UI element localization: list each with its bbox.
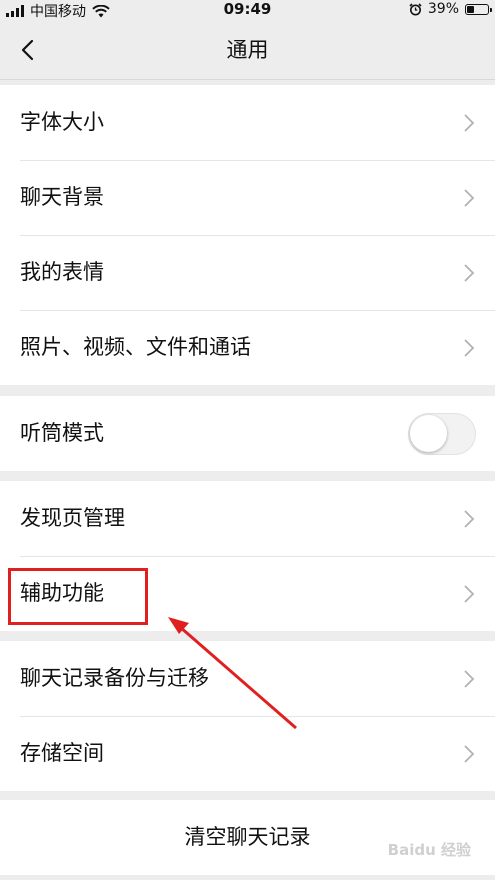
battery-icon [465, 3, 492, 15]
row-label: 照片、视频、文件和通话 [20, 335, 251, 359]
annotation-highlight-box [8, 568, 148, 625]
row-chat-background[interactable]: 聊天背景 [0, 160, 495, 235]
display-settings-group: 字体大小 聊天背景 我的表情 照片、视频、文件和通话 [0, 85, 495, 385]
row-photos-videos-files-calls[interactable]: 照片、视频、文件和通话 [0, 310, 495, 385]
clear-group: 清空聊天记录 [0, 800, 495, 875]
row-label: 聊天记录备份与迁移 [20, 666, 209, 690]
battery-percent: 39% [427, 1, 459, 17]
row-chat-backup-migrate[interactable]: 聊天记录备份与迁移 [0, 641, 495, 716]
nav-bar: 通用 [0, 20, 495, 80]
chevron-right-icon [464, 670, 475, 688]
chevron-right-icon [464, 339, 475, 357]
chevron-right-icon [464, 745, 475, 763]
row-label: 存储空间 [20, 741, 104, 765]
row-label: 聊天背景 [20, 185, 104, 209]
chevron-right-icon [464, 264, 475, 282]
watermark: Baidu 经验 [387, 841, 471, 859]
row-discover-management[interactable]: 发现页管理 [0, 481, 495, 556]
row-label: 发现页管理 [20, 506, 125, 530]
clear-chat-history-button[interactable]: 清空聊天记录 [0, 800, 495, 875]
status-right: 39% [409, 1, 492, 17]
earpiece-group: 听筒模式 [0, 396, 495, 471]
row-earpiece-mode: 听筒模式 [0, 396, 495, 471]
row-label: 我的表情 [20, 260, 104, 284]
row-label: 听筒模式 [20, 421, 104, 445]
storage-group: 聊天记录备份与迁移 存储空间 [0, 641, 495, 791]
chevron-right-icon [464, 585, 475, 603]
row-font-size[interactable]: 字体大小 [0, 85, 495, 160]
alarm-icon [409, 2, 422, 15]
row-storage-space[interactable]: 存储空间 [0, 716, 495, 791]
chevron-right-icon [464, 510, 475, 528]
page-title: 通用 [226, 38, 269, 62]
toggle-knob [410, 415, 447, 452]
chevron-right-icon [464, 189, 475, 207]
row-my-stickers[interactable]: 我的表情 [0, 235, 495, 310]
earpiece-mode-toggle[interactable] [408, 413, 476, 455]
row-label: 字体大小 [20, 110, 104, 134]
chevron-right-icon [464, 114, 475, 132]
status-bar: 中国移动 09:49 39% [0, 0, 495, 20]
